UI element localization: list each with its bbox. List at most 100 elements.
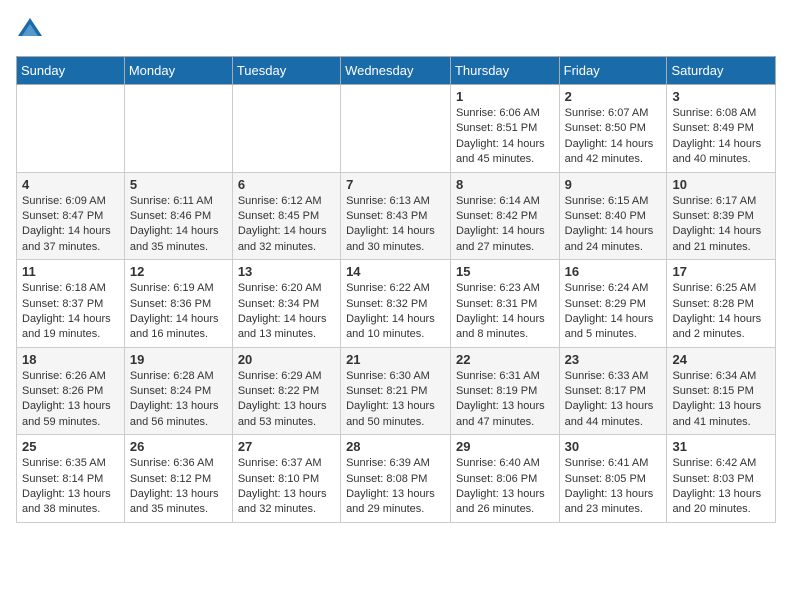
day-info: Sunrise: 6:20 AMSunset: 8:34 PMDaylight:… [238,281,335,343]
day-number: 1 [456,89,554,104]
day-number: 19 [130,352,227,367]
weekday-header-tuesday: Tuesday [232,57,340,85]
logo-icon [16,16,44,44]
calendar-cell: 20 Sunrise: 6:29 AMSunset: 8:22 PMDayligh… [232,347,340,435]
day-info: Sunrise: 6:29 AMSunset: 8:22 PMDaylight:… [238,369,335,431]
day-number: 14 [346,264,445,279]
day-number: 12 [130,264,227,279]
calendar-cell [341,85,451,173]
day-number: 2 [565,89,662,104]
day-info: Sunrise: 6:12 AMSunset: 8:45 PMDaylight:… [238,194,335,256]
page-header [16,16,776,44]
calendar-week-row: 11 Sunrise: 6:18 AMSunset: 8:37 PMDayligh… [17,260,776,348]
weekday-header-monday: Monday [124,57,232,85]
day-info: Sunrise: 6:37 AMSunset: 8:10 PMDaylight:… [238,456,335,518]
calendar-cell: 9 Sunrise: 6:15 AMSunset: 8:40 PMDaylight… [559,172,667,260]
calendar-cell [124,85,232,173]
day-info: Sunrise: 6:26 AMSunset: 8:26 PMDaylight:… [22,369,119,431]
day-info: Sunrise: 6:42 AMSunset: 8:03 PMDaylight:… [672,456,770,518]
day-info: Sunrise: 6:31 AMSunset: 8:19 PMDaylight:… [456,369,554,431]
day-info: Sunrise: 6:33 AMSunset: 8:17 PMDaylight:… [565,369,662,431]
day-info: Sunrise: 6:08 AMSunset: 8:49 PMDaylight:… [672,106,770,168]
calendar-week-row: 18 Sunrise: 6:26 AMSunset: 8:26 PMDayligh… [17,347,776,435]
calendar-cell: 30Sunrise: 6:41 AMSunset: 8:05 PMDayligh… [559,435,667,523]
day-info: Sunrise: 6:39 AMSunset: 8:08 PMDaylight:… [346,456,445,518]
day-info: Sunrise: 6:24 AMSunset: 8:29 PMDaylight:… [565,281,662,343]
day-number: 8 [456,177,554,192]
calendar-cell: 12 Sunrise: 6:19 AMSunset: 8:36 PMDayligh… [124,260,232,348]
day-number: 27 [238,439,335,454]
calendar-cell: 6 Sunrise: 6:12 AMSunset: 8:45 PMDaylight… [232,172,340,260]
day-number: 17 [672,264,770,279]
day-number: 5 [130,177,227,192]
logo [16,16,48,44]
weekday-header-saturday: Saturday [667,57,776,85]
day-info: Sunrise: 6:17 AMSunset: 8:39 PMDaylight:… [672,194,770,256]
calendar-cell: 24Sunrise: 6:34 AMSunset: 8:15 PMDayligh… [667,347,776,435]
calendar-cell: 14Sunrise: 6:22 AMSunset: 8:32 PMDayligh… [341,260,451,348]
calendar-header-row: SundayMondayTuesdayWednesdayThursdayFrid… [17,57,776,85]
day-number: 15 [456,264,554,279]
calendar-week-row: 4 Sunrise: 6:09 AMSunset: 8:47 PMDaylight… [17,172,776,260]
day-info: Sunrise: 6:19 AMSunset: 8:36 PMDaylight:… [130,281,227,343]
calendar-cell: 8Sunrise: 6:14 AMSunset: 8:42 PMDaylight… [450,172,559,260]
day-info: Sunrise: 6:06 AMSunset: 8:51 PMDaylight:… [456,106,554,168]
day-number: 9 [565,177,662,192]
calendar-cell: 1 Sunrise: 6:06 AMSunset: 8:51 PMDaylight… [450,85,559,173]
weekday-header-thursday: Thursday [450,57,559,85]
calendar-cell: 28 Sunrise: 6:39 AMSunset: 8:08 PMDayligh… [341,435,451,523]
calendar-cell: 13 Sunrise: 6:20 AMSunset: 8:34 PMDayligh… [232,260,340,348]
calendar-cell [232,85,340,173]
calendar-week-row: 1 Sunrise: 6:06 AMSunset: 8:51 PMDaylight… [17,85,776,173]
day-info: Sunrise: 6:25 AMSunset: 8:28 PMDaylight:… [672,281,770,343]
calendar-cell: 21 Sunrise: 6:30 AMSunset: 8:21 PMDayligh… [341,347,451,435]
calendar-cell: 4 Sunrise: 6:09 AMSunset: 8:47 PMDaylight… [17,172,125,260]
day-info: Sunrise: 6:28 AMSunset: 8:24 PMDaylight:… [130,369,227,431]
day-number: 25 [22,439,119,454]
calendar-cell: 7 Sunrise: 6:13 AMSunset: 8:43 PMDaylight… [341,172,451,260]
calendar-cell: 15 Sunrise: 6:23 AMSunset: 8:31 PMDayligh… [450,260,559,348]
day-info: Sunrise: 6:15 AMSunset: 8:40 PMDaylight:… [565,194,662,256]
day-number: 22 [456,352,554,367]
day-number: 26 [130,439,227,454]
day-number: 20 [238,352,335,367]
day-number: 18 [22,352,119,367]
day-number: 10 [672,177,770,192]
day-number: 28 [346,439,445,454]
day-number: 24 [672,352,770,367]
calendar-cell: 5 Sunrise: 6:11 AMSunset: 8:46 PMDaylight… [124,172,232,260]
calendar-cell: 27 Sunrise: 6:37 AMSunset: 8:10 PMDayligh… [232,435,340,523]
calendar-cell: 17 Sunrise: 6:25 AMSunset: 8:28 PMDayligh… [667,260,776,348]
day-number: 7 [346,177,445,192]
calendar-cell: 2 Sunrise: 6:07 AMSunset: 8:50 PMDaylight… [559,85,667,173]
calendar-cell: 25 Sunrise: 6:35 AMSunset: 8:14 PMDayligh… [17,435,125,523]
day-info: Sunrise: 6:23 AMSunset: 8:31 PMDaylight:… [456,281,554,343]
calendar-cell: 18 Sunrise: 6:26 AMSunset: 8:26 PMDayligh… [17,347,125,435]
day-info: Sunrise: 6:09 AMSunset: 8:47 PMDaylight:… [22,194,119,256]
day-number: 3 [672,89,770,104]
calendar-cell: 23Sunrise: 6:33 AMSunset: 8:17 PMDayligh… [559,347,667,435]
calendar-cell: 11 Sunrise: 6:18 AMSunset: 8:37 PMDayligh… [17,260,125,348]
day-info: Sunrise: 6:13 AMSunset: 8:43 PMDaylight:… [346,194,445,256]
weekday-header-sunday: Sunday [17,57,125,85]
day-number: 29 [456,439,554,454]
weekday-header-wednesday: Wednesday [341,57,451,85]
day-number: 13 [238,264,335,279]
day-info: Sunrise: 6:36 AMSunset: 8:12 PMDaylight:… [130,456,227,518]
day-number: 30 [565,439,662,454]
day-number: 4 [22,177,119,192]
day-info: Sunrise: 6:11 AMSunset: 8:46 PMDaylight:… [130,194,227,256]
day-info: Sunrise: 6:07 AMSunset: 8:50 PMDaylight:… [565,106,662,168]
calendar-week-row: 25 Sunrise: 6:35 AMSunset: 8:14 PMDayligh… [17,435,776,523]
calendar-table: SundayMondayTuesdayWednesdayThursdayFrid… [16,56,776,523]
day-info: Sunrise: 6:18 AMSunset: 8:37 PMDaylight:… [22,281,119,343]
day-info: Sunrise: 6:35 AMSunset: 8:14 PMDaylight:… [22,456,119,518]
calendar-cell: 3 Sunrise: 6:08 AMSunset: 8:49 PMDaylight… [667,85,776,173]
day-number: 11 [22,264,119,279]
day-info: Sunrise: 6:40 AMSunset: 8:06 PMDaylight:… [456,456,554,518]
day-number: 21 [346,352,445,367]
day-number: 6 [238,177,335,192]
day-info: Sunrise: 6:30 AMSunset: 8:21 PMDaylight:… [346,369,445,431]
calendar-cell: 29 Sunrise: 6:40 AMSunset: 8:06 PMDayligh… [450,435,559,523]
calendar-cell: 16Sunrise: 6:24 AMSunset: 8:29 PMDayligh… [559,260,667,348]
